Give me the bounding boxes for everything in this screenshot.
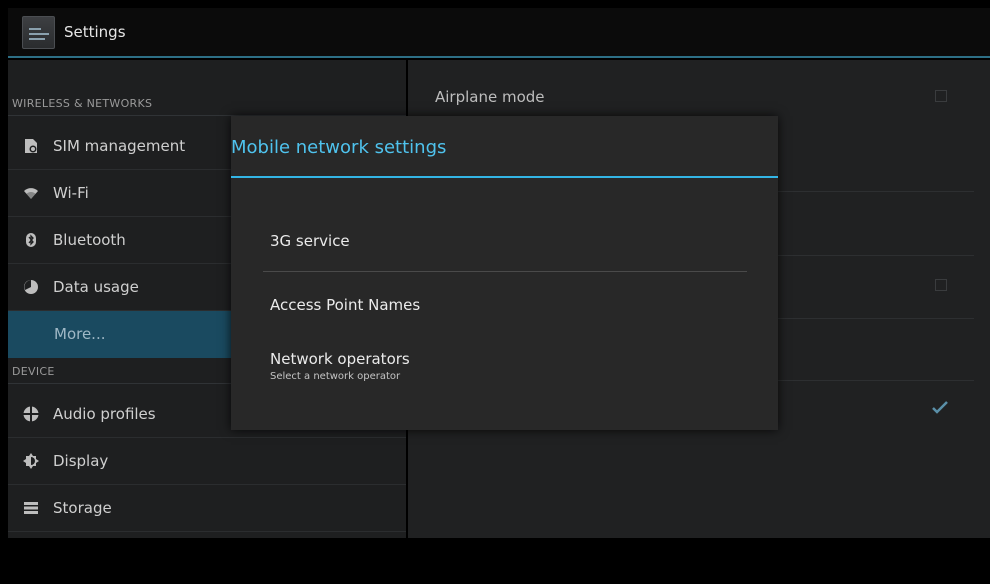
- dialog-item-title: 3G service: [270, 232, 350, 250]
- sidebar-item-label: More...: [54, 325, 106, 343]
- sidebar-item-storage[interactable]: Storage: [8, 485, 406, 532]
- dialog-title: Mobile network settings: [231, 137, 447, 158]
- bluetooth-icon: [23, 232, 39, 248]
- sidebar-item-label: Audio profiles: [53, 405, 156, 423]
- mobile-network-settings-dialog: Mobile network settings 3G service Acces…: [231, 116, 778, 430]
- sidebar-item-label: Storage: [53, 499, 112, 517]
- sidebar-item-label: Data usage: [53, 278, 139, 296]
- wifi-icon: [23, 185, 39, 201]
- sidebar-item-label: Wi-Fi: [53, 184, 89, 202]
- airplane-mode-checkbox[interactable]: [935, 90, 947, 102]
- dialog-item-3g-service[interactable]: 3G service: [270, 232, 750, 250]
- dialog-item-title: Access Point Names: [270, 296, 421, 314]
- audio-profiles-icon: [23, 406, 39, 422]
- data-usage-icon: [23, 279, 39, 295]
- system-bar: [0, 538, 990, 584]
- dialog-item-access-point-names[interactable]: Access Point Names: [270, 296, 750, 314]
- airplane-mode-label: Airplane mode: [435, 88, 545, 106]
- dialog-item-summary: Select a network operator: [270, 371, 401, 382]
- dialog-item-network-operators[interactable]: Network operators Select a network opera…: [270, 350, 750, 382]
- checked-checkbox-icon[interactable]: [932, 400, 948, 414]
- sidebar-item-label: SIM management: [53, 137, 186, 155]
- sidebar-item-label: Bluetooth: [53, 231, 126, 249]
- storage-icon: [23, 500, 39, 516]
- sidebar-item-display[interactable]: Display: [8, 438, 406, 485]
- dialog-title-bar: Mobile network settings: [231, 116, 778, 178]
- sim-icon: [23, 138, 39, 154]
- dialog-item-title: Network operators: [270, 350, 410, 368]
- preference-checkbox[interactable]: [935, 279, 947, 291]
- sidebar-item-label: Display: [53, 452, 109, 470]
- app-title: Settings: [64, 23, 126, 41]
- action-bar: Settings: [8, 8, 990, 58]
- section-header-wireless: WIRELESS & NETWORKS: [8, 92, 406, 116]
- dialog-divider: [263, 271, 747, 272]
- settings-app-icon[interactable]: [22, 16, 55, 49]
- display-icon: [23, 453, 39, 469]
